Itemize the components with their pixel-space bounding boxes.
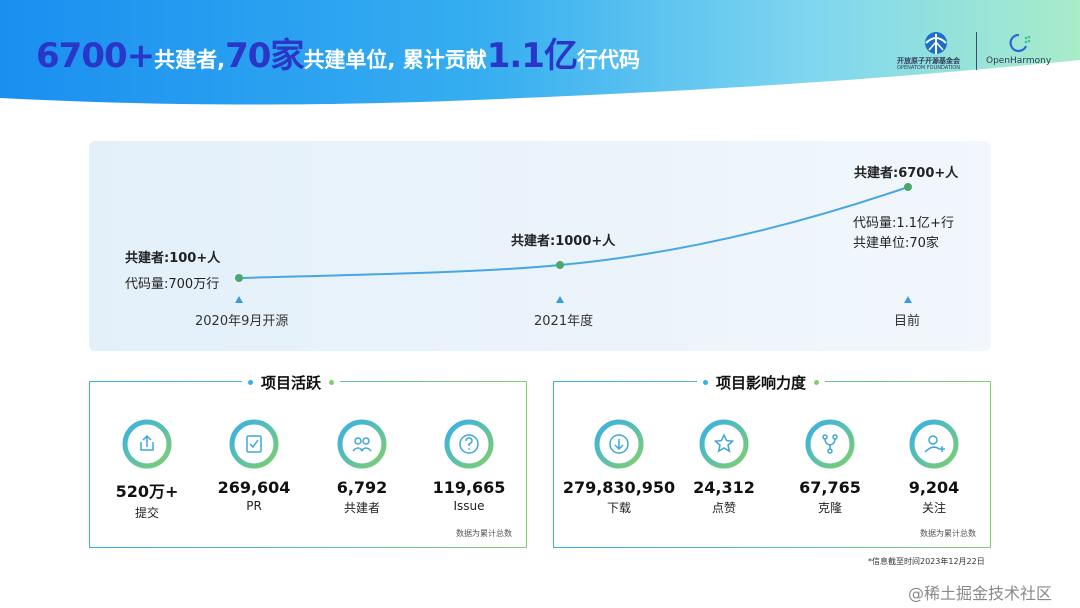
title-dot-icon bbox=[703, 380, 708, 385]
milestone-2021-date: 2021年度 bbox=[534, 314, 594, 329]
page-title: 6700+ 共建者, 70家 共建单位, 累计贡献 1.1亿 行代码 bbox=[36, 28, 640, 76]
openatom-logo-icon bbox=[925, 32, 947, 54]
activity-note: 数据为累计总数 bbox=[456, 529, 512, 538]
title-text-2: 共建单位, 累计贡献 bbox=[303, 48, 487, 72]
milestone-now-units: 共建单位:70家 bbox=[853, 236, 939, 251]
data-date-note: *信息截至时间2023年12月22日 bbox=[868, 557, 985, 566]
fork-icon bbox=[805, 419, 855, 469]
stat-followers-value: 9,204 bbox=[908, 478, 960, 497]
stat-issues-label: Issue bbox=[453, 499, 485, 513]
logo-divider bbox=[976, 32, 977, 70]
title-dot-icon bbox=[814, 380, 820, 385]
watermark: @稀土掘金技术社区 bbox=[908, 584, 1053, 603]
title-units-number: 70家 bbox=[225, 36, 304, 76]
stat-followers: 9,204 关注 bbox=[874, 418, 994, 516]
stat-downloads: 279,830,950 下载 bbox=[559, 418, 679, 516]
milestone-now-code: 代码量:1.1亿+行 bbox=[853, 216, 954, 231]
stat-forks-label: 克隆 bbox=[817, 501, 842, 515]
stat-forks-value: 67,765 bbox=[799, 478, 861, 497]
stat-commits-value: 520万+ bbox=[115, 482, 179, 501]
milestone-2021-contributors: 共建者:1000+人 bbox=[511, 234, 616, 249]
stat-contributors: 6,792 共建者 bbox=[302, 418, 422, 516]
milestone-2020-contributors: 共建者:100+人 bbox=[125, 251, 221, 266]
stat-downloads-value: 279,830,950 bbox=[562, 478, 676, 497]
stat-downloads-label: 下载 bbox=[606, 501, 631, 515]
people-icon bbox=[337, 419, 387, 469]
partner-logos: 开放原子开源基金会 OPENATOM FOUNDATION OpenHarmon… bbox=[893, 30, 1063, 74]
stat-pr-value: 269,604 bbox=[217, 478, 291, 497]
activity-card: 项目活跃 520万+ 提交 269,604 PR 6,792 共建者 119,6… bbox=[87, 372, 529, 548]
stat-commits-label: 提交 bbox=[134, 506, 159, 520]
follow-user-icon bbox=[909, 419, 959, 469]
stat-issues: 119,665 Issue bbox=[409, 418, 529, 513]
upload-icon bbox=[122, 419, 172, 469]
milestone-now-contributors: 共建者:6700+人 bbox=[854, 166, 959, 181]
timeline-point-2021 bbox=[556, 261, 564, 269]
download-icon bbox=[594, 419, 644, 469]
stat-commits: 520万+ 提交 bbox=[87, 418, 207, 521]
title-dot-icon bbox=[329, 380, 335, 385]
influence-title-text: 项目影响力度 bbox=[716, 374, 807, 392]
foundation-name-en: OPENATOM FOUNDATION bbox=[897, 65, 960, 71]
milestone-2020-date: 2020年9月开源 bbox=[195, 314, 289, 329]
timeline-marker-now bbox=[904, 296, 912, 303]
milestone-now-date: 目前 bbox=[894, 314, 921, 329]
stat-contributors-value: 6,792 bbox=[336, 478, 388, 497]
title-dot-icon bbox=[248, 380, 253, 385]
title-code-number: 1.1亿 bbox=[486, 36, 578, 76]
influence-note: 数据为累计总数 bbox=[920, 529, 976, 538]
stat-followers-label: 关注 bbox=[921, 501, 946, 515]
stat-stars-label: 点赞 bbox=[711, 501, 736, 515]
influence-card: 项目影响力度 279,830,950 下载 24,312 点赞 67,765 克… bbox=[553, 372, 994, 548]
milestone-2020-code: 代码量:700万行 bbox=[125, 277, 220, 292]
stat-stars: 24,312 点赞 bbox=[664, 418, 784, 516]
timeline-point-2020 bbox=[235, 274, 243, 282]
activity-card-title: 项目活跃 bbox=[242, 372, 341, 393]
star-icon bbox=[699, 419, 749, 469]
stat-contributors-label: 共建者 bbox=[343, 501, 380, 515]
question-icon bbox=[444, 419, 494, 469]
title-text-3: 行代码 bbox=[576, 48, 640, 72]
openharmony-logo-icon bbox=[1009, 33, 1031, 53]
timeline-marker-2020 bbox=[235, 296, 243, 303]
title-contributors-number: 6700+ bbox=[36, 36, 155, 76]
checklist-icon bbox=[229, 419, 279, 469]
stat-forks: 67,765 克隆 bbox=[770, 418, 890, 516]
activity-title-text: 项目活跃 bbox=[261, 374, 322, 392]
stat-pr: 269,604 PR bbox=[194, 418, 314, 513]
timeline-point-now bbox=[904, 183, 912, 191]
stat-stars-value: 24,312 bbox=[693, 478, 755, 497]
stat-pr-label: PR bbox=[246, 499, 262, 513]
influence-card-title: 项目影响力度 bbox=[697, 372, 826, 393]
timeline-panel: 共建者:100+人 代码量:700万行 2020年9月开源 共建者:1000+人… bbox=[89, 141, 991, 351]
openharmony-name: OpenHarmony bbox=[986, 56, 1052, 66]
stat-issues-value: 119,665 bbox=[432, 478, 506, 497]
timeline-marker-2021 bbox=[556, 296, 564, 303]
title-text-1: 共建者, bbox=[154, 48, 226, 72]
